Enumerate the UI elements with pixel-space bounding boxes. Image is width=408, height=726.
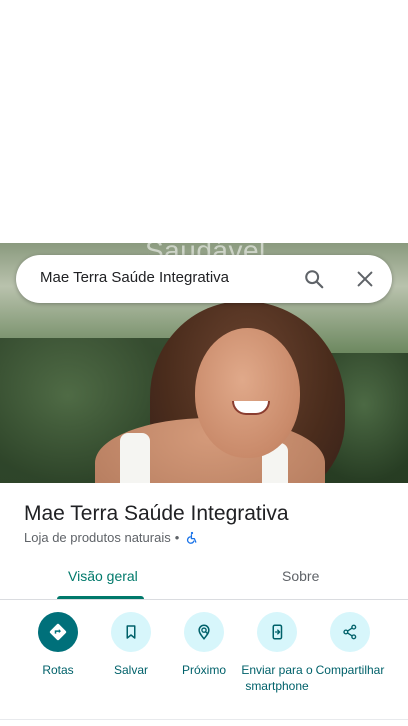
bookmark-icon [111,612,151,652]
close-icon[interactable] [354,268,376,290]
save-label: Salvar [113,663,148,677]
hero-person-face [195,328,300,458]
map-area-blank [0,0,408,243]
directions-button[interactable]: Rotas [18,612,98,678]
share-label: Compartilhar [315,663,385,677]
place-category[interactable]: Loja de produtos naturais [24,530,171,545]
send-to-phone-label: Enviar para o smartphone [241,663,313,693]
place-tabs: Visão geral Sobre [0,556,408,600]
separator-dot: • [174,530,180,545]
bottom-divider [0,719,408,720]
send-to-phone-icon [257,612,297,652]
search-icon[interactable] [303,268,325,290]
share-icon [330,612,370,652]
nearby-icon [184,612,224,652]
share-button[interactable]: Compartilhar [310,612,390,678]
action-buttons-row: Rotas Salvar Próximo Enviar para o smart… [0,612,408,712]
save-button[interactable]: Salvar [91,612,171,678]
directions-label: Rotas [42,663,74,677]
directions-icon [38,612,78,652]
place-title: Mae Terra Saúde Integrativa [24,502,289,525]
tab-about[interactable]: Sobre [282,568,319,584]
nearby-button[interactable]: Próximo [164,612,244,678]
nearby-label: Próximo [181,663,226,677]
tab-overview[interactable]: Visão geral [68,568,138,584]
place-subtitle: Loja de produtos naturais • [24,530,199,545]
search-bar[interactable]: Mae Terra Saúde Integrativa [16,255,392,303]
hero-person-top-left-strap [120,433,150,483]
search-input[interactable]: Mae Terra Saúde Integrativa [40,269,229,286]
send-to-phone-button[interactable]: Enviar para o smartphone [237,612,317,694]
wheelchair-accessible-icon[interactable] [185,531,199,545]
active-tab-indicator [57,596,144,599]
